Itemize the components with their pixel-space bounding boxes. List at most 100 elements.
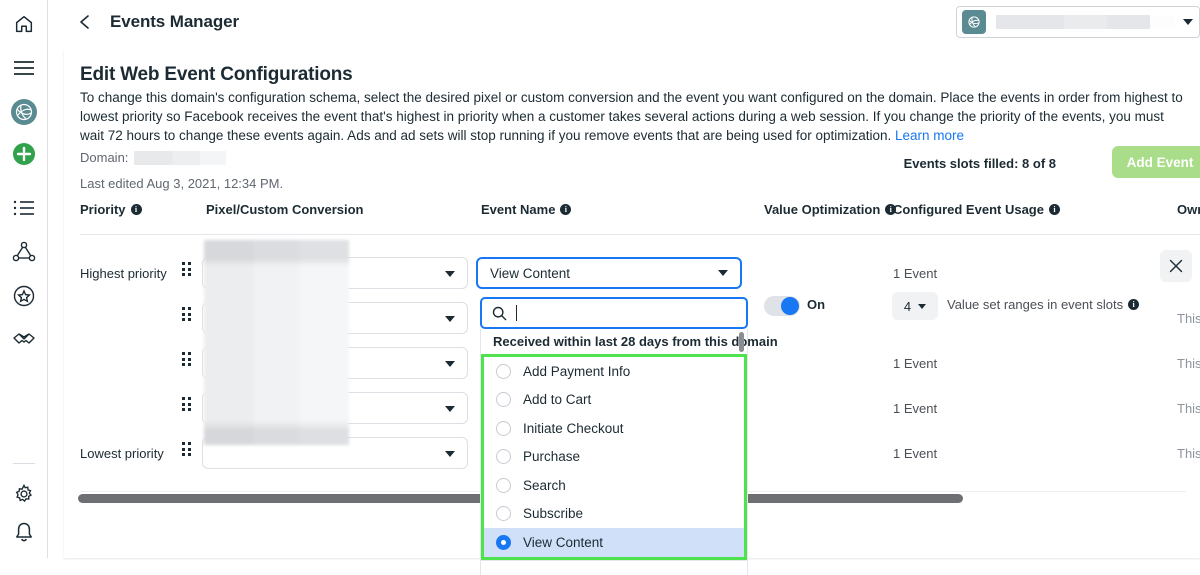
info-icon[interactable]: i	[131, 204, 142, 215]
dropdown-option-purchase[interactable]: Purchase	[484, 443, 744, 472]
drag-handle[interactable]	[182, 262, 192, 276]
handshake-icon[interactable]	[8, 324, 40, 356]
event-usage-row-1: 1 Event	[893, 266, 937, 281]
chevron-down-icon	[918, 304, 926, 309]
dropdown-panel-tail	[480, 561, 748, 575]
drag-handle[interactable]	[182, 307, 192, 321]
value-ranges-text: Value set ranges in event slots i	[947, 297, 1139, 312]
column-header-owner: Owner	[1177, 202, 1200, 217]
learn-more-link[interactable]: Learn more	[895, 128, 964, 143]
value-optimization-toggle[interactable]	[764, 296, 800, 316]
table-header: Priority i Pixel/Custom Conversion Event…	[64, 202, 1200, 234]
drag-handle[interactable]	[182, 352, 192, 366]
domain-value	[134, 151, 226, 165]
dropdown-option-search[interactable]: Search	[484, 471, 744, 500]
list-icon[interactable]	[8, 192, 40, 224]
event-name-value: View Content	[490, 266, 570, 281]
last-edited-text: Last edited Aug 3, 2021, 12:34 PM.	[80, 176, 283, 191]
description-text: To change this domain's configuration sc…	[80, 90, 1183, 143]
dropdown-option-add-payment-info[interactable]: Add Payment Info	[484, 357, 744, 386]
radio-icon-selected	[496, 535, 511, 550]
radio-icon	[496, 449, 511, 464]
event-name-dropdown: Received within last 28 days from this d…	[480, 297, 748, 575]
event-usage-row-4: 1 Event	[893, 401, 937, 416]
dropdown-option-initiate-checkout[interactable]: Initiate Checkout	[484, 414, 744, 443]
section-description: To change this domain's configuration sc…	[80, 88, 1186, 145]
pixel-select-row-4[interactable]	[202, 392, 468, 424]
owner-row-1: This	[1177, 311, 1200, 326]
info-icon[interactable]: i	[560, 204, 571, 215]
pixel-select-row-5[interactable]	[202, 437, 468, 469]
option-label: Subscribe	[523, 506, 583, 521]
chevron-down-icon[interactable]	[1183, 19, 1193, 25]
radio-icon	[496, 506, 511, 521]
column-label: Configured Event Usage	[893, 202, 1044, 217]
bell-icon[interactable]	[8, 516, 40, 548]
account-name	[996, 15, 1175, 29]
back-button[interactable]	[68, 5, 102, 39]
pixel-select-row-3[interactable]	[202, 347, 468, 379]
info-icon[interactable]: i	[1049, 204, 1060, 215]
events-slots-filled: Events slots filled: 8 of 8	[904, 156, 1056, 171]
column-header-event-name: Event Name i	[481, 202, 571, 217]
radio-icon	[496, 364, 511, 379]
topbar: Events Manager	[48, 0, 1200, 44]
event-search-field[interactable]	[480, 297, 748, 329]
option-label: Search	[523, 478, 566, 493]
radio-icon	[496, 478, 511, 493]
pixel-select-row-1[interactable]	[202, 257, 468, 289]
star-badge-icon[interactable]	[8, 280, 40, 312]
chevron-down-icon	[445, 316, 455, 322]
column-label: Value Optimization	[764, 202, 880, 217]
table-header-divider	[80, 234, 1200, 235]
dropdown-section-header: Received within last 28 days from this d…	[481, 329, 747, 354]
left-rail	[0, 0, 48, 558]
pixel-select-row-2[interactable]	[202, 302, 468, 334]
event-usage-row-3: 1 Event	[893, 356, 937, 371]
option-label: Add Payment Info	[523, 364, 630, 379]
dropdown-option-add-to-cart[interactable]: Add to Cart	[484, 386, 744, 415]
domain-row: Domain:	[80, 150, 226, 165]
value-ranges-label: Value set ranges in event slots	[947, 297, 1123, 312]
event-name-select-row-1[interactable]: View Content	[476, 257, 742, 289]
info-icon[interactable]: i	[1128, 299, 1139, 310]
column-label: Pixel/Custom Conversion	[206, 202, 363, 217]
account-picker[interactable]	[956, 6, 1200, 38]
dropdown-option-view-content[interactable]: View Content	[484, 528, 744, 557]
chevron-down-icon	[445, 271, 455, 277]
plus-circle-icon[interactable]	[8, 138, 40, 170]
gear-icon[interactable]	[8, 478, 40, 510]
column-label: Event Name	[481, 202, 555, 217]
chevron-down-icon	[445, 406, 455, 412]
section-title: Edit Web Event Configurations	[80, 64, 353, 86]
column-label: Owner	[1177, 202, 1200, 217]
rail-divider	[13, 463, 35, 464]
events-manager-icon	[962, 10, 986, 34]
menu-icon[interactable]	[8, 52, 40, 84]
chevron-down-icon	[445, 361, 455, 367]
events-manager-icon[interactable]	[8, 96, 40, 128]
share-nodes-icon[interactable]	[8, 236, 40, 268]
remove-row-button[interactable]	[1160, 250, 1192, 282]
domain-label: Domain:	[80, 150, 128, 165]
search-icon	[492, 306, 507, 321]
drag-handle[interactable]	[182, 442, 192, 456]
radio-icon	[496, 421, 511, 436]
radio-icon	[496, 392, 511, 407]
option-label: Purchase	[523, 449, 580, 464]
value-count-select[interactable]: 4	[892, 292, 938, 320]
column-header-value-optimization: Value Optimization i	[764, 202, 896, 217]
dropdown-option-subscribe[interactable]: Subscribe	[484, 500, 744, 529]
owner-row-3: This	[1177, 401, 1200, 416]
dropdown-scrollbar-thumb[interactable]	[739, 332, 744, 352]
drag-handle[interactable]	[182, 397, 192, 411]
page-title: Events Manager	[110, 12, 239, 32]
owner-row-4: This	[1177, 446, 1200, 461]
event-dropdown-panel: Received within last 28 days from this d…	[480, 329, 748, 561]
value-count-value: 4	[904, 299, 911, 314]
priority-label-lowest: Lowest priority	[80, 446, 164, 461]
chevron-down-icon	[445, 451, 455, 457]
home-icon[interactable]	[8, 8, 40, 40]
add-event-button[interactable]: Add Event	[1112, 146, 1200, 178]
column-header-pixel: Pixel/Custom Conversion	[206, 202, 363, 217]
